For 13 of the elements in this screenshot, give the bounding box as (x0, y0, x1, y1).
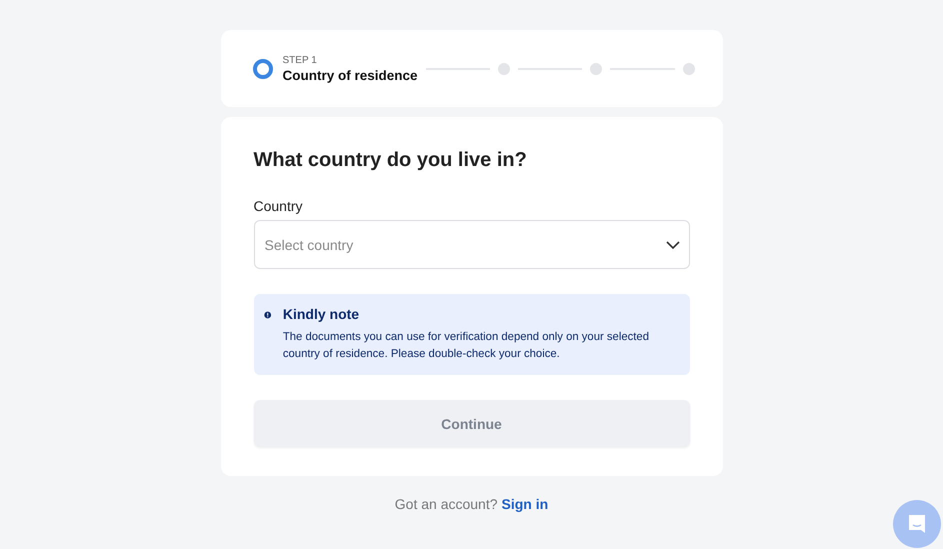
sign-in-link[interactable]: Sign in (502, 496, 548, 512)
account-prompt: Got an account? (394, 496, 498, 512)
country-select[interactable]: Select country (254, 220, 690, 269)
alert-icon (264, 309, 271, 321)
note-title: Kindly note (282, 306, 360, 322)
note-text: The documents you can use for verification depend only on your selected country of residence. Please double-check your choice. (282, 330, 650, 362)
chat-button[interactable] (893, 500, 941, 548)
chat-icon (906, 513, 928, 535)
step-caption: STEP 1 (282, 54, 318, 66)
step-label: Country of residence (282, 68, 418, 82)
form-title: What country do you live in? (254, 149, 528, 172)
chevron-down-icon (666, 241, 680, 249)
field-label: Country (254, 198, 304, 214)
